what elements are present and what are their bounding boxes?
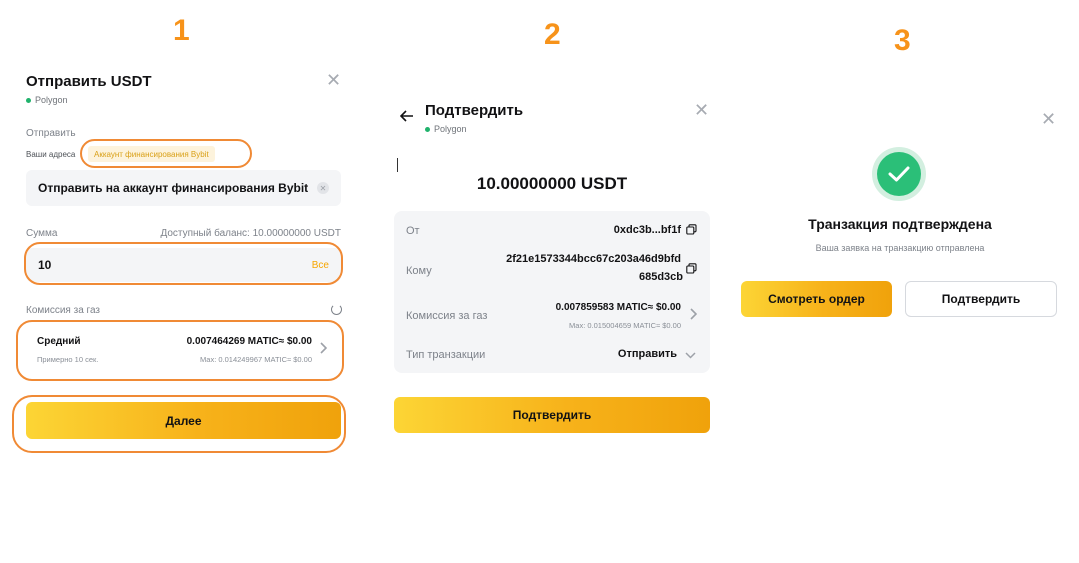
- chevron-right-icon[interactable]: [689, 308, 697, 320]
- network-status-dot: [425, 126, 430, 132]
- confirm-outline-button-label: Подтвердить: [941, 292, 1021, 306]
- close-icon[interactable]: ✕: [326, 71, 341, 89]
- loading-spinner-icon: [331, 304, 342, 315]
- network-label: Polygon: [26, 95, 68, 105]
- clear-recipient-icon[interactable]: ✕: [317, 182, 329, 194]
- network-label: Polygon: [425, 124, 467, 134]
- your-addresses-label: Ваши адреса: [26, 150, 76, 159]
- confirm-outline-button[interactable]: Подтвердить: [905, 281, 1057, 317]
- to-address-line1: 2f21e1573344bcc67c203a46d9bfd: [506, 253, 681, 265]
- amount-label: Сумма: [26, 228, 58, 239]
- transaction-details: От 0xdc3b...bf1f Кому 2f21e1573344bcc67c…: [394, 211, 710, 373]
- recipient-text: Отправить на аккаунт финансирования Bybi…: [38, 181, 309, 195]
- confirm-button-label: Подтвердить: [512, 408, 592, 422]
- copy-to-icon[interactable]: [686, 263, 697, 274]
- gas-fee-max: Max: 0.015004659 MATIC≈ $0.00: [569, 321, 681, 330]
- available-balance: Доступный баланс: 10.00000000 USDT: [160, 228, 341, 239]
- amount-highlight-oval: [24, 242, 343, 285]
- network-status-dot: [26, 97, 31, 103]
- from-address: 0xdc3b...bf1f: [613, 224, 681, 236]
- next-button-highlight-oval: [12, 395, 346, 453]
- to-address-line2: 685d3cb: [638, 271, 683, 283]
- chevron-down-icon[interactable]: [685, 351, 696, 359]
- close-icon[interactable]: ✕: [694, 101, 709, 119]
- success-subtitle: Ваша заявка на транзакцию отправлена: [815, 243, 985, 253]
- network-name: Polygon: [434, 124, 467, 134]
- confirm-title: Подтвердить: [425, 102, 524, 119]
- close-icon[interactable]: ✕: [1041, 110, 1056, 128]
- back-arrow-icon[interactable]: [400, 110, 414, 122]
- recipient-field[interactable]: Отправить на аккаунт финансирования Bybi…: [26, 170, 341, 206]
- success-panel: ✕ Транзакция подтверждена Ваша заявка на…: [730, 0, 1070, 563]
- send-title: Отправить USDT: [26, 73, 152, 90]
- transaction-type-value[interactable]: Отправить: [544, 348, 677, 360]
- gas-fee-highlight-oval: [16, 320, 344, 381]
- view-order-button-label: Смотреть ордер: [768, 292, 865, 306]
- send-panel: Отправить USDT Polygon ✕ Отправить Ваши …: [0, 0, 360, 563]
- text-cursor: [397, 158, 398, 172]
- chip-highlight-oval: [80, 139, 252, 168]
- success-check-icon: [872, 147, 926, 201]
- to-label: Кому: [406, 265, 432, 277]
- gas-fee-label: Комиссия за газ: [406, 310, 488, 322]
- from-label: От: [406, 225, 420, 237]
- send-label: Отправить: [26, 128, 76, 139]
- gas-fee-label: Комиссия за газ: [26, 305, 101, 316]
- copy-from-icon[interactable]: [686, 224, 697, 235]
- confirm-button[interactable]: Подтвердить: [394, 397, 710, 433]
- confirm-panel: Подтвердить Polygon ✕ 10.00000000 USDT О…: [380, 0, 720, 563]
- view-order-button[interactable]: Смотреть ордер: [741, 281, 892, 317]
- confirm-amount: 10.00000000 USDT: [476, 174, 628, 193]
- network-name: Polygon: [35, 95, 68, 105]
- gas-fee-value: 0.007859583 MATIC≈ $0.00: [555, 302, 681, 313]
- success-title: Транзакция подтверждена: [808, 216, 992, 232]
- transaction-type-label: Тип транзакции: [406, 349, 486, 361]
